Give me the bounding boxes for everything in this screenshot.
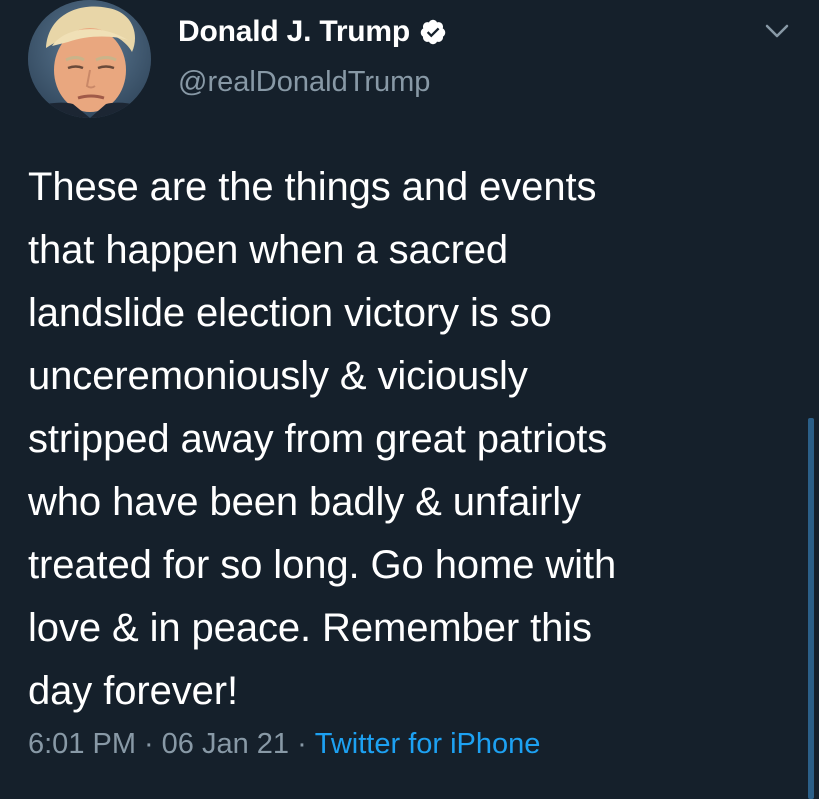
tweet-date[interactable]: 06 Jan 21 xyxy=(162,728,289,761)
author-name-row[interactable]: Donald J. Trump xyxy=(178,10,447,54)
scrollbar[interactable] xyxy=(808,418,814,799)
avatar[interactable] xyxy=(28,0,151,118)
tweet-metadata: 6:01 PM · 06 Jan 21 · Twitter for iPhone xyxy=(28,728,540,761)
chevron-down-icon[interactable] xyxy=(760,16,794,46)
tweet-time[interactable]: 6:01 PM xyxy=(28,728,136,761)
tweet-source-link[interactable]: Twitter for iPhone xyxy=(315,728,541,761)
avatar-image xyxy=(28,0,151,118)
author-display-name[interactable]: Donald J. Trump xyxy=(178,15,410,49)
tweet: Donald J. Trump @realDonaldTrump These a… xyxy=(0,0,819,799)
author-handle[interactable]: @realDonaldTrump xyxy=(178,66,430,99)
verified-badge-icon xyxy=(419,18,447,46)
tweet-text: These are the things and events that hap… xyxy=(28,165,617,713)
meta-separator: · xyxy=(297,728,307,760)
meta-separator: · xyxy=(144,728,154,760)
